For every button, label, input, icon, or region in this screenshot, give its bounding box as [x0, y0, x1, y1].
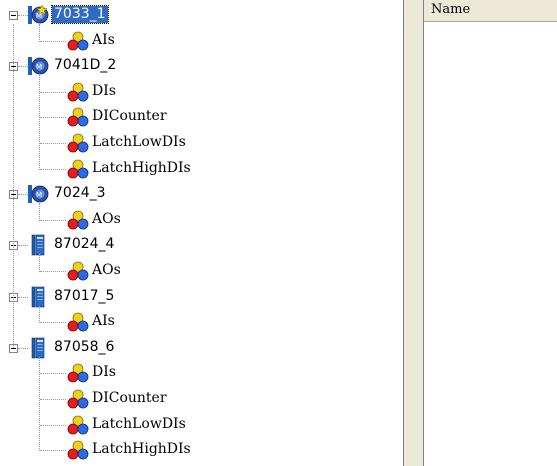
- collapse-toggle[interactable]: [9, 11, 18, 20]
- svg-text:M: M: [36, 63, 42, 71]
- module-tower-icon: [31, 286, 45, 307]
- column-header-label: Name: [431, 2, 471, 17]
- tree-node-channel[interactable]: LatchLowDIs: [0, 130, 400, 156]
- channel-label[interactable]: LatchHighDIs: [90, 441, 193, 458]
- item-list-pane[interactable]: Name: [424, 0, 557, 466]
- channel-label[interactable]: AIs: [90, 32, 117, 49]
- svg-text:M: M: [36, 191, 42, 199]
- device-label[interactable]: 7033_1: [51, 5, 109, 24]
- tree-connector: [40, 399, 66, 400]
- tree-node-channel[interactable]: DICounter: [0, 386, 400, 412]
- device-label[interactable]: 87017_5: [52, 288, 116, 305]
- tree-node-channel[interactable]: LatchLowDIs: [0, 412, 400, 438]
- channel-label[interactable]: DIs: [90, 364, 118, 381]
- tree-connector: [40, 143, 66, 144]
- channel-label[interactable]: DICounter: [90, 108, 169, 125]
- device-label[interactable]: 7024_3: [52, 185, 108, 202]
- device-blue-icon: M: [28, 185, 49, 204]
- channel-group-icon: [67, 363, 89, 383]
- device-label[interactable]: 7041D_2: [52, 57, 118, 74]
- channel-group-icon: [67, 440, 89, 460]
- module-tower-icon: [31, 337, 45, 359]
- channel-group-icon: [67, 159, 89, 178]
- tree-node-channel[interactable]: AOs: [0, 207, 400, 233]
- tree-node-device[interactable]: 87058_6: [0, 335, 400, 361]
- tree-connector: [40, 219, 66, 221]
- channel-label[interactable]: AIs: [90, 313, 117, 330]
- tree-connector: [40, 91, 66, 93]
- tree-node-device[interactable]: 87017_5: [0, 284, 400, 310]
- tree-node-channel[interactable]: DICounter: [0, 104, 400, 130]
- channel-group-icon: [67, 312, 89, 332]
- tree-connector: [40, 271, 66, 272]
- tree-connector: [40, 450, 66, 452]
- tree-node-device[interactable]: M 7024_3: [0, 181, 400, 207]
- column-header-name[interactable]: Name: [424, 0, 557, 22]
- tree-node-channel[interactable]: DIs: [0, 79, 400, 105]
- channel-group-icon: [67, 133, 89, 153]
- channel-group-icon: [67, 82, 89, 102]
- tree-node-channel[interactable]: AIs: [0, 28, 400, 54]
- channel-group-icon: [67, 415, 89, 434]
- device-blue-icon: M: [28, 57, 49, 76]
- tree-connector: [40, 40, 66, 42]
- tree-connector: [13, 24, 14, 348]
- channel-label[interactable]: AOs: [90, 262, 123, 279]
- tree-node-device[interactable]: M 7041D_2: [0, 53, 400, 79]
- tree-connector: [40, 322, 66, 324]
- tree-connector: [40, 424, 66, 426]
- channel-label[interactable]: DIs: [90, 83, 118, 100]
- device-label[interactable]: 87024_4: [52, 236, 116, 253]
- tree-node-channel[interactable]: AOs: [0, 258, 400, 284]
- tree-node-channel[interactable]: LatchHighDIs: [0, 437, 400, 463]
- channel-group-icon: [67, 107, 89, 127]
- tree-connector: [40, 168, 66, 170]
- tree-node-device[interactable]: 87024_4: [0, 232, 400, 258]
- module-tower-icon: [31, 235, 45, 256]
- channel-label[interactable]: LatchHighDIs: [90, 160, 193, 177]
- tree-node-device[interactable]: M 7033_1: [0, 2, 400, 28]
- tree-node-channel[interactable]: AIs: [0, 309, 400, 335]
- channel-label[interactable]: AOs: [90, 211, 123, 228]
- channel-label[interactable]: DICounter: [90, 390, 169, 407]
- channel-label[interactable]: LatchLowDIs: [90, 134, 188, 151]
- tree-connector: [40, 373, 66, 375]
- device-blue-star-icon: M: [28, 4, 49, 24]
- channel-group-icon: [67, 31, 89, 50]
- tree-node-channel[interactable]: DIs: [0, 360, 400, 386]
- channel-group-icon: [67, 210, 89, 230]
- pane-splitter[interactable]: [403, 0, 424, 466]
- channel-group-icon: [67, 389, 89, 409]
- device-label[interactable]: 87058_6: [52, 339, 116, 356]
- channel-label[interactable]: LatchLowDIs: [90, 416, 188, 433]
- channel-group-icon: [67, 261, 89, 281]
- tree-connector: [40, 117, 66, 119]
- tree-node-channel[interactable]: LatchHighDIs: [0, 156, 400, 182]
- device-tree[interactable]: M 7033_1 AIs M 7041D_2 DIs DICounter LatchLowDI…: [0, 0, 403, 466]
